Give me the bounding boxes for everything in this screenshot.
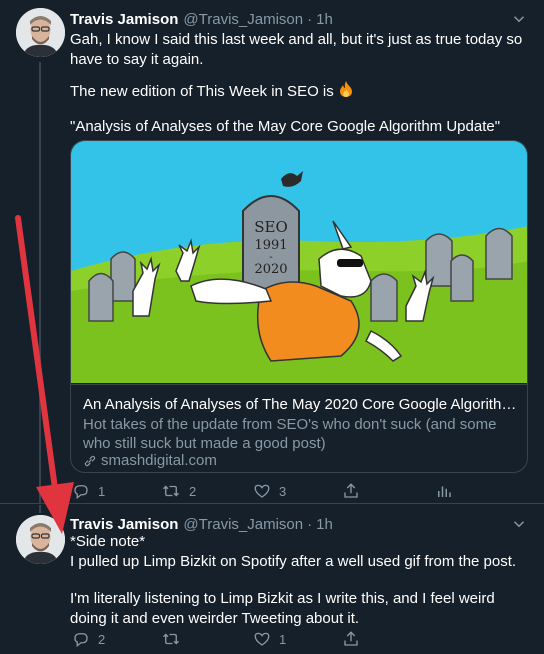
like-count: 3: [279, 483, 287, 499]
chevron-down-icon[interactable]: [510, 515, 528, 533]
reply-button[interactable]: 2: [72, 627, 105, 651]
tombstone-text-2: 1991: [254, 238, 287, 253]
separator-dot: ·: [307, 515, 313, 533]
tweet-header: Travis Jamison @Travis_Jamison · 1h: [70, 9, 333, 29]
share-icon: [344, 631, 358, 646]
retweet-button[interactable]: 2: [161, 479, 196, 503]
share-icon: [344, 483, 358, 498]
tweet-actions: 2 1: [70, 627, 530, 651]
card-description: Hot takes of the update from SEO's who d…: [83, 416, 497, 452]
tweet[interactable]: Travis Jamison @Travis_Jamison · 1h Gah,…: [0, 0, 544, 504]
display-name[interactable]: Travis Jamison: [70, 11, 178, 28]
tweet-text: I'm literally listening to Limp Bizkit a…: [70, 590, 495, 627]
tweet-text: The new edition of This Week in SEO is: [70, 80, 530, 102]
retweet-button[interactable]: [161, 627, 189, 651]
tweet-header: Travis Jamison @Travis_Jamison · 1h: [70, 514, 333, 534]
heart-icon: [254, 484, 270, 498]
share-button[interactable]: [342, 479, 360, 503]
display-name[interactable]: Travis Jamison: [70, 516, 178, 533]
avatar[interactable]: [16, 515, 65, 564]
reply-count: 1: [98, 483, 106, 499]
avatar[interactable]: [16, 8, 65, 57]
thread-line: [39, 62, 41, 504]
user-handle[interactable]: @Travis_Jamison: [183, 516, 303, 533]
reply-icon: [74, 485, 88, 500]
timestamp[interactable]: 1h: [316, 516, 333, 533]
share-button[interactable]: [342, 627, 360, 651]
timestamp[interactable]: 1h: [316, 11, 333, 28]
tweet-actions: 1 2 3: [70, 479, 530, 503]
card-meta[interactable]: An Analysis of Analyses of The May 2020 …: [71, 384, 527, 472]
tombstone-text-4: 2020: [254, 262, 287, 277]
link-icon: [84, 455, 96, 467]
fire-icon: [339, 81, 352, 97]
reply-icon: [74, 633, 88, 648]
chevron-down-icon[interactable]: [510, 10, 528, 28]
analytics-icon: [438, 486, 451, 497]
tweet-text: *Side note*: [70, 533, 146, 550]
heart-icon: [254, 632, 270, 646]
retweet-icon: [163, 485, 179, 497]
tombstone-text-1: SEO: [254, 218, 288, 236]
thread-line: [39, 505, 41, 513]
reply-button[interactable]: 1: [72, 479, 105, 503]
user-handle[interactable]: @Travis_Jamison: [183, 11, 303, 28]
retweet-count: 2: [189, 483, 197, 499]
tweet-text: "Analysis of Analyses of the May Core Go…: [70, 118, 501, 135]
card-image[interactable]: SEO 1991 - 2020: [71, 141, 528, 383]
reply-count: 2: [98, 631, 106, 647]
link-card[interactable]: SEO 1991 - 2020 An Analysis of Analyses …: [70, 140, 528, 473]
card-title[interactable]: An Analysis of Analyses of The May 2020 …: [83, 395, 517, 414]
separator-dot: ·: [307, 10, 313, 28]
like-button[interactable]: 3: [253, 479, 286, 503]
like-count: 1: [279, 631, 287, 647]
tweet-text: Gah, I know I said this last week and al…: [70, 31, 523, 68]
tweet[interactable]: Travis Jamison @Travis_Jamison · 1h *Sid…: [0, 505, 544, 654]
like-button[interactable]: 1: [253, 627, 286, 651]
analytics-button[interactable]: [435, 479, 453, 503]
tweet-text: I pulled up Limp Bizkit on Spotify after…: [70, 553, 517, 570]
tweet-text-line: The new edition of This Week in SEO is: [70, 83, 334, 100]
retweet-icon: [163, 633, 179, 645]
card-domain-text: smashdigital.com: [101, 452, 217, 469]
card-domain[interactable]: smashdigital.com: [83, 452, 217, 470]
